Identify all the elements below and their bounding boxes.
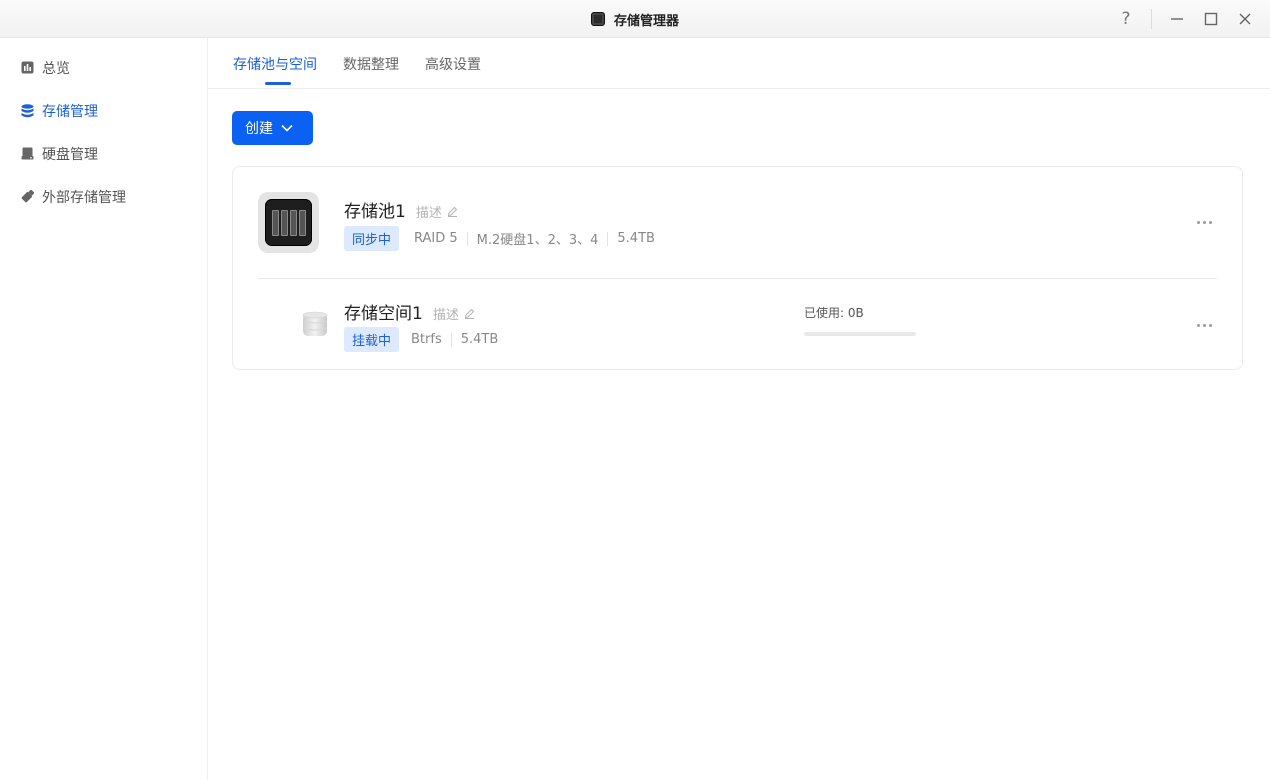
tab-advanced-settings[interactable]: 高级设置 xyxy=(425,54,481,88)
volume-icon xyxy=(302,311,328,336)
sidebar: 总览 存储管理 硬盘管理 外部存储管理 xyxy=(0,38,208,780)
nas-icon xyxy=(258,192,319,253)
storage-pool-card: 存储池1 描述 同步中 RAID 5 M.2硬盘1、2、3、4 5.4TB 存储… xyxy=(232,166,1243,370)
tab-data-organize[interactable]: 数据整理 xyxy=(343,54,399,88)
meta-divider xyxy=(466,231,468,246)
window-controls: ? xyxy=(1109,0,1270,38)
pool-name: 存储池1 xyxy=(344,202,406,222)
chevron-down-icon xyxy=(281,124,293,132)
maximize-icon xyxy=(1204,12,1218,26)
window-title: 存储管理器 xyxy=(613,13,679,29)
close-icon xyxy=(1239,13,1251,25)
sidebar-item-label: 硬盘管理 xyxy=(42,146,98,163)
sidebar-item-label: 总览 xyxy=(42,60,70,77)
volume-meta: 挂载中 Btrfs 5.4TB xyxy=(344,327,498,352)
status-badge: 同步中 xyxy=(344,226,400,251)
storage-manager-app-icon xyxy=(590,12,605,26)
chart-icon xyxy=(20,61,34,75)
pool-description-edit[interactable]: 描述 xyxy=(416,202,458,221)
status-badge: 挂载中 xyxy=(344,327,400,352)
meta-divider xyxy=(607,231,609,246)
pool-raid: RAID 5 xyxy=(414,231,458,246)
meta-divider xyxy=(450,332,452,347)
usb-icon xyxy=(20,190,34,204)
minimize-icon xyxy=(1171,18,1183,20)
volume-more-button[interactable] xyxy=(1197,324,1212,327)
help-button[interactable]: ? xyxy=(1109,0,1143,38)
disk-icon xyxy=(20,147,34,161)
volume-description-edit[interactable]: 描述 xyxy=(433,304,475,323)
minimize-button[interactable] xyxy=(1160,0,1194,38)
create-button-label: 创建 xyxy=(245,121,273,137)
sidebar-item-overview[interactable]: 总览 xyxy=(0,46,207,89)
more-icon xyxy=(1197,221,1200,224)
create-button[interactable]: 创建 xyxy=(232,111,313,145)
sidebar-item-external-storage[interactable]: 外部存储管理 xyxy=(0,175,207,218)
pool-size: 5.4TB xyxy=(617,231,655,246)
usage-bar xyxy=(804,332,916,336)
pool-title: 存储池1 描述 xyxy=(344,197,458,222)
volume-size: 5.4TB xyxy=(460,332,499,347)
pool-meta: 同步中 RAID 5 M.2硬盘1、2、3、4 5.4TB xyxy=(344,226,655,251)
close-button[interactable] xyxy=(1228,0,1262,38)
window-title-area: 存储管理器 xyxy=(0,0,1270,38)
pencil-icon xyxy=(447,206,458,217)
volume-fs: Btrfs xyxy=(411,332,442,347)
sidebar-item-label: 外部存储管理 xyxy=(42,189,126,206)
tab-bar: 存储池与空间 数据整理 高级设置 xyxy=(208,38,1270,89)
database-icon xyxy=(20,103,34,118)
description-label: 描述 xyxy=(432,308,459,323)
usage-label: 已使用: 0B xyxy=(804,306,864,320)
sidebar-item-storage[interactable]: 存储管理 xyxy=(0,89,207,132)
more-icon xyxy=(1197,324,1200,327)
main-content: 存储池与空间 数据整理 高级设置 创建 存储池1 描述 同步中 RAID 5 M… xyxy=(208,38,1270,780)
maximize-button[interactable] xyxy=(1194,0,1228,38)
sidebar-item-disks[interactable]: 硬盘管理 xyxy=(0,132,207,175)
description-label: 描述 xyxy=(415,206,442,221)
help-icon: ? xyxy=(1121,9,1131,29)
pool-disks: M.2硬盘1、2、3、4 xyxy=(476,233,599,248)
pool-more-button[interactable] xyxy=(1197,221,1212,224)
volume-name: 存储空间1 xyxy=(344,304,423,324)
sidebar-item-label: 存储管理 xyxy=(42,103,98,120)
pool-row[interactable]: 存储池1 描述 同步中 RAID 5 M.2硬盘1、2、3、4 5.4TB xyxy=(233,167,1242,278)
tab-pools-and-volumes[interactable]: 存储池与空间 xyxy=(233,54,317,88)
card-divider xyxy=(258,278,1217,279)
pencil-icon xyxy=(464,308,475,319)
volume-title: 存储空间1 描述 xyxy=(344,299,475,324)
title-bar: 存储管理器 ? xyxy=(0,0,1270,38)
controls-divider xyxy=(1151,9,1152,29)
